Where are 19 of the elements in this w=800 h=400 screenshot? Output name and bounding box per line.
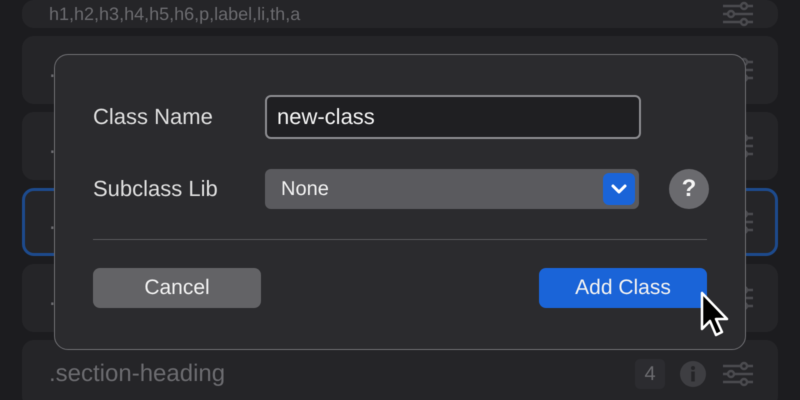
subclass-dropdown[interactable]: None [265, 169, 639, 209]
sliders-icon[interactable] [721, 361, 755, 387]
class-name: . [49, 284, 56, 312]
class-name: . [49, 56, 56, 84]
chevron-down-icon [603, 173, 635, 205]
sliders-icon[interactable] [721, 1, 755, 27]
cancel-button[interactable]: Cancel [93, 268, 261, 308]
help-button[interactable]: ? [669, 169, 709, 209]
class-name: .section-heading [49, 360, 226, 388]
class-name: . [49, 208, 56, 236]
class-name: . [49, 132, 56, 160]
field-label: Class Name [93, 104, 214, 130]
class-name: h1,h2,h3,h4,h5,h6,p,label,li,th,a [49, 4, 300, 24]
count-badge: 4 [635, 359, 665, 389]
field-label: Subclass Lib [93, 176, 219, 202]
class-name-field[interactable]: new-class [265, 95, 641, 139]
info-icon[interactable] [679, 360, 707, 388]
rule-row[interactable]: h1,h2,h3,h4,h5,h6,p,label,li,th,a [22, 0, 778, 28]
add-class-button[interactable]: Add Class [539, 268, 707, 308]
